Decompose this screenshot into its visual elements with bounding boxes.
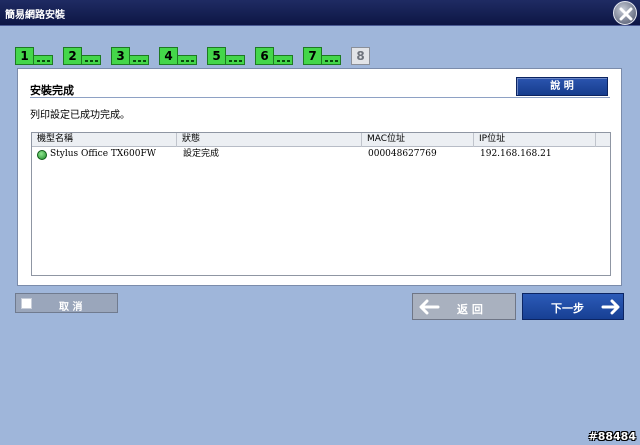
arrow-left-icon [419,299,440,315]
step-progress-dots [274,55,293,65]
step-number: 6 [255,47,274,65]
watermark: #88484 [588,430,637,443]
column-header-mac[interactable]: MAC位址 [362,133,474,147]
step-number: 8 [351,47,370,65]
column-header-status[interactable]: 狀態 [177,133,362,147]
step-progress-dots [34,55,53,65]
content-panel: 安裝完成 說 明 列印設定已成功完成。 機型名稱 狀態 MAC位址 IP位址 S… [17,68,622,286]
column-header-model[interactable]: 機型名稱 [32,133,177,147]
step-number: 7 [303,47,322,65]
check-ok-icon [37,150,47,160]
back-button[interactable]: 返 回 [412,293,516,320]
back-label: 返 回 [457,303,483,316]
close-icon [619,7,633,21]
divider [30,97,610,98]
status-message: 列印設定已成功完成。 [30,110,130,121]
cancel-label: 取 消 [59,302,83,313]
step-number: 4 [159,47,178,65]
help-button[interactable]: 說 明 [516,77,608,96]
step-number: 2 [63,47,82,65]
cell-mac: 000048627769 [368,149,437,159]
step-number: 3 [111,47,130,65]
close-button[interactable] [613,1,637,25]
cell-model: Stylus Office TX600FW [50,149,156,159]
step-progress-dots [82,55,101,65]
step-number: 1 [15,47,34,65]
next-label: 下一步 [551,302,584,315]
column-header-ip[interactable]: IP位址 [474,133,596,147]
arrow-right-icon [601,299,620,315]
title-bar: 簡易網路安裝 [0,0,640,26]
next-button[interactable]: 下一步 [522,293,624,320]
cancel-button[interactable]: 取 消 [15,293,118,313]
table-row[interactable]: Stylus Office TX600FW 設定完成 000048627769 … [32,148,610,162]
step-progress-dots [178,55,197,65]
printer-table: 機型名稱 狀態 MAC位址 IP位址 Stylus Office TX600FW… [31,132,611,276]
step-progress-dots [226,55,245,65]
cancel-square-icon [21,298,32,309]
step-progress-dots [130,55,149,65]
cell-ip: 192.168.168.21 [480,149,552,159]
step-number: 5 [207,47,226,65]
window-title: 簡易網路安裝 [5,10,65,21]
cell-status: 設定完成 [183,149,220,159]
step-progress-dots [322,55,341,65]
table-header: 機型名稱 狀態 MAC位址 IP位址 [32,133,610,147]
panel-title: 安裝完成 [30,84,74,97]
